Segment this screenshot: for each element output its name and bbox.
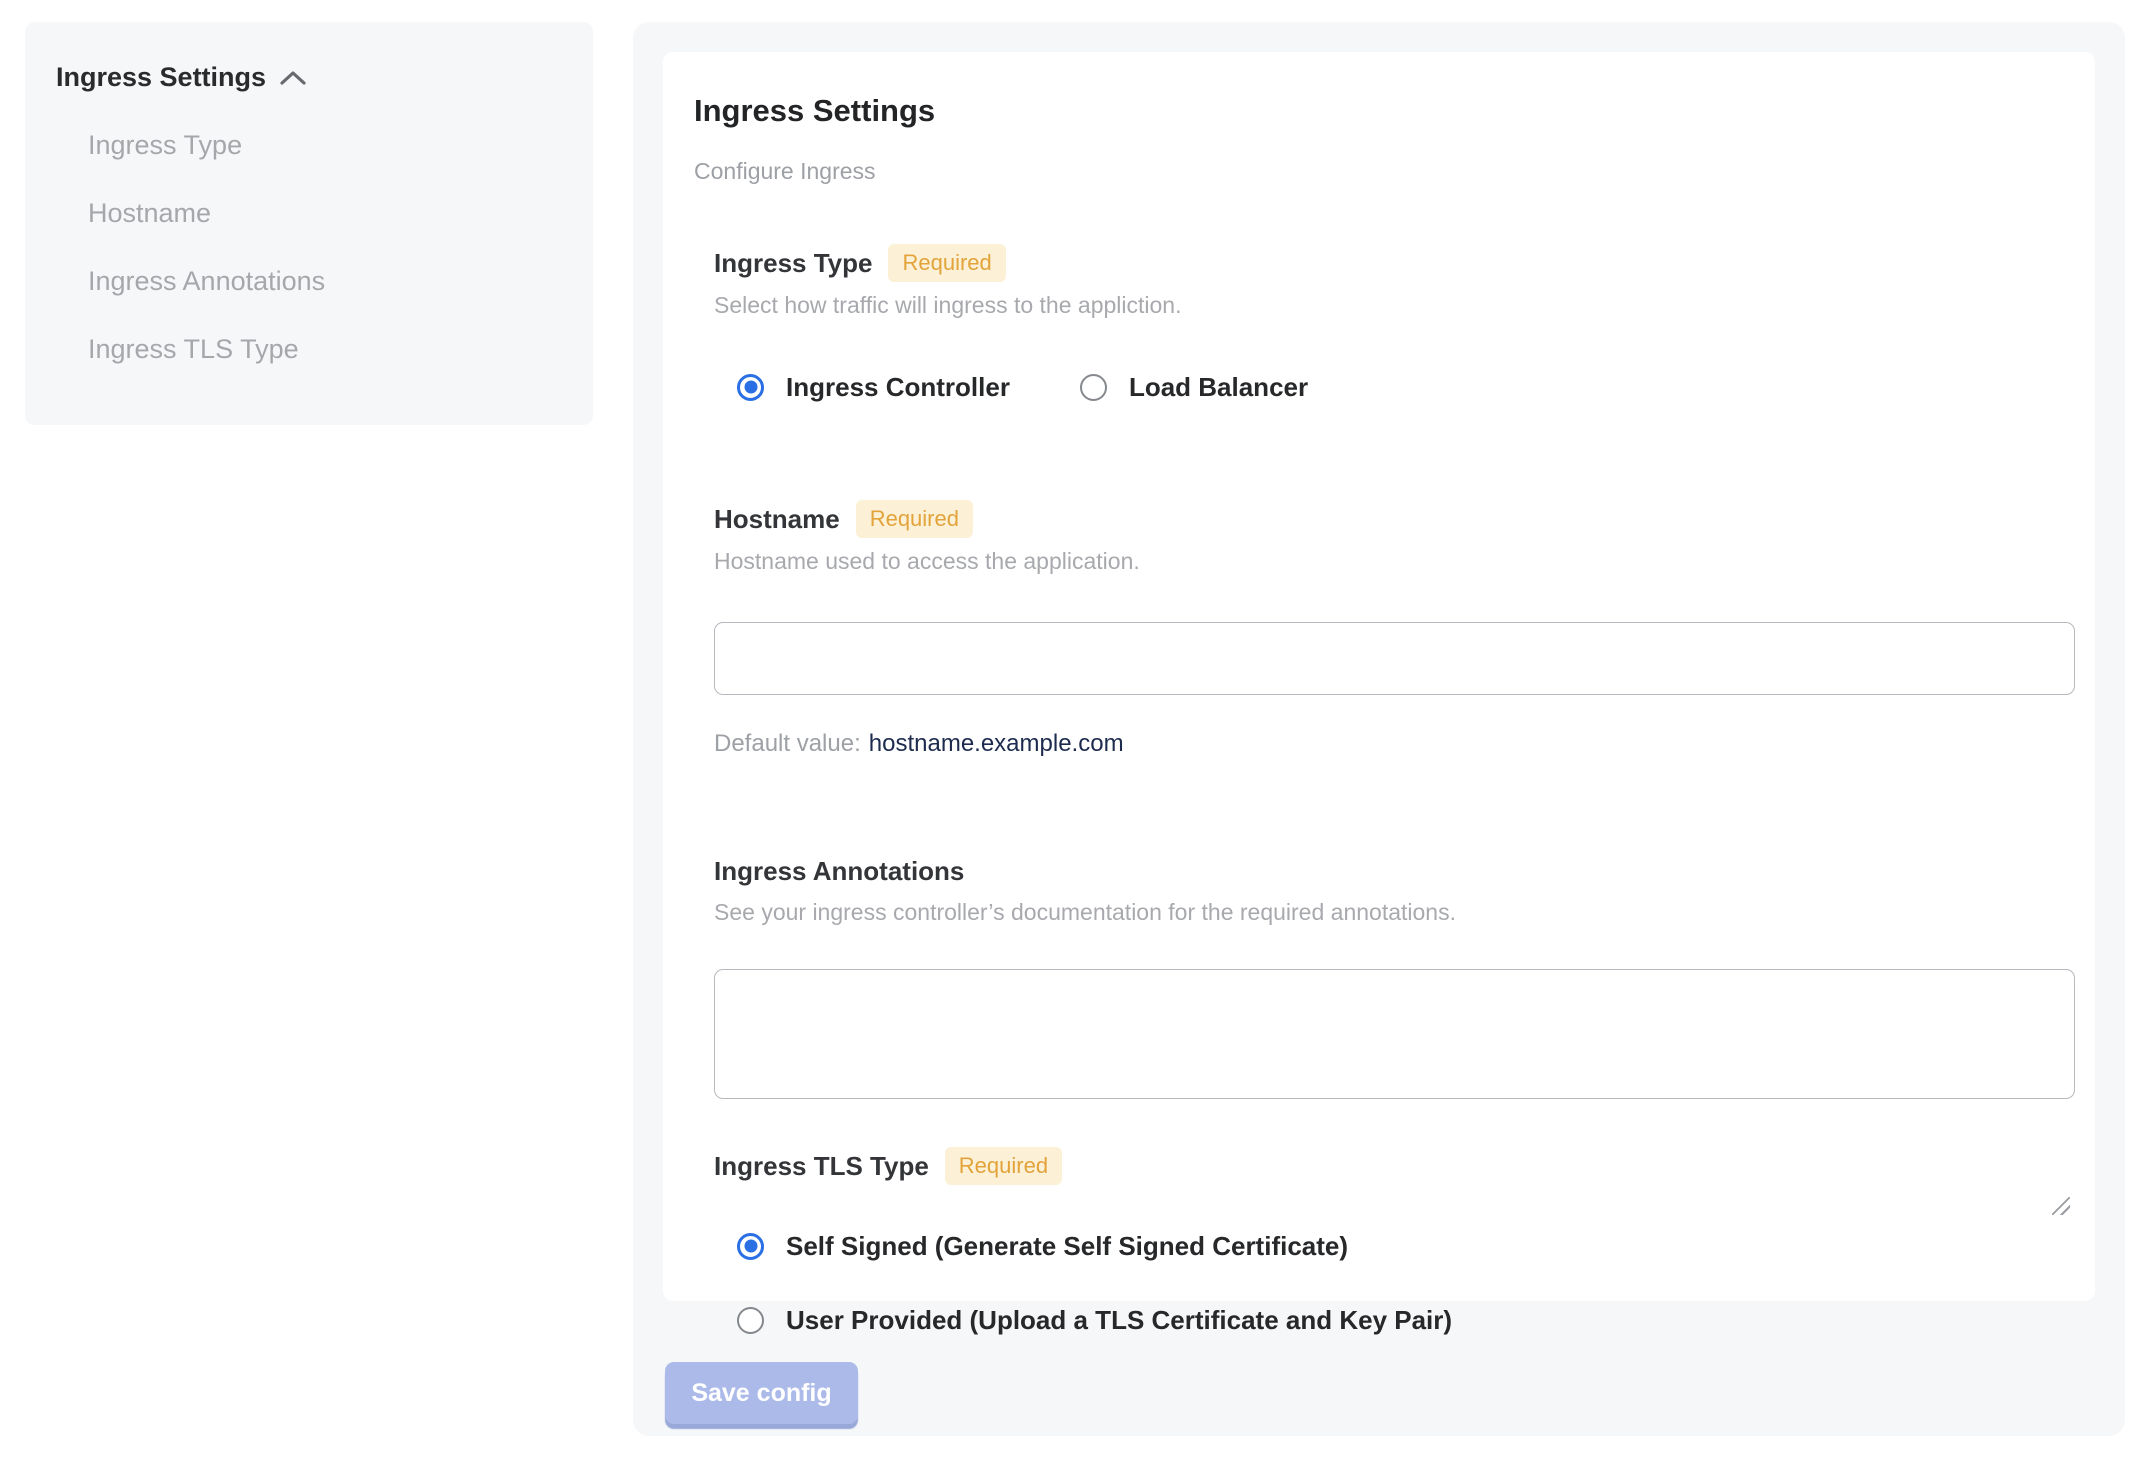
radio-load-balancer[interactable]: Load Balancer — [1079, 370, 1309, 404]
sidebar-nav: Ingress Type Hostname Ingress Annotation… — [88, 111, 563, 383]
field-ingress-type: Ingress Type Required Select how traffic… — [714, 244, 2065, 404]
save-config-button[interactable]: Save config — [665, 1362, 858, 1424]
ingress-annotations-textarea[interactable] — [714, 969, 2075, 1099]
hostname-input[interactable] — [714, 622, 2075, 695]
ingress-annotations-textarea-wrap — [714, 969, 2075, 1215]
radio-button-icon[interactable] — [737, 1232, 764, 1260]
radio-button-icon[interactable] — [737, 373, 764, 401]
radio-button-icon[interactable] — [1079, 373, 1107, 401]
page-title: Ingress Settings — [694, 93, 936, 128]
radio-label: Ingress Controller — [786, 372, 1010, 402]
radio-label: Load Balancer — [1128, 372, 1309, 402]
sidebar-section-toggle[interactable]: Ingress Settings — [56, 57, 563, 97]
ingress-type-radio-group: Ingress Controller Load Balancer — [737, 370, 2065, 404]
ingress-annotations-help: See your ingress controller’s documentat… — [714, 899, 1456, 925]
hostname-default-note: Default value: hostname.example.com — [714, 729, 2065, 759]
sidebar-item-ingress-annotations[interactable]: Ingress Annotations — [88, 247, 563, 315]
default-value-label: Default value: — [714, 730, 861, 757]
hostname-label: Hostname — [714, 504, 840, 534]
ingress-type-help: Select how traffic will ingress to the a… — [714, 292, 1182, 318]
field-ingress-tls-type: Ingress TLS Type Required Self Signed (G… — [714, 1147, 2065, 1337]
required-badge: Required — [855, 500, 973, 538]
radio-self-signed[interactable]: Self Signed (Generate Self Signed Certif… — [737, 1229, 2065, 1263]
hostname-help: Hostname used to access the application. — [714, 548, 1140, 574]
sidebar-section-title: Ingress Settings — [56, 62, 267, 92]
ingress-settings-panel: Ingress Settings Configure Ingress Ingre… — [633, 22, 2125, 1436]
radio-label: User Provided (Upload a TLS Certificate … — [786, 1305, 1453, 1335]
ingress-tls-radio-group: Self Signed (Generate Self Signed Certif… — [737, 1229, 2065, 1337]
radio-ingress-controller[interactable]: Ingress Controller — [737, 370, 1010, 404]
ingress-tls-type-label: Ingress TLS Type — [714, 1151, 929, 1181]
ingress-settings-card: Ingress Settings Configure Ingress Ingre… — [663, 52, 2095, 1335]
field-ingress-annotations: Ingress Annotations See your ingress con… — [714, 853, 2075, 1215]
field-hostname: Hostname Required Hostname used to acces… — [714, 500, 2075, 759]
required-badge: Required — [944, 1147, 1063, 1185]
page-subtitle: Configure Ingress — [694, 158, 876, 184]
chevron-up-icon — [280, 57, 306, 97]
ingress-type-label: Ingress Type — [714, 248, 873, 278]
radio-label: Self Signed (Generate Self Signed Certif… — [786, 1231, 1349, 1261]
default-value-text: hostname.example.com — [868, 730, 1124, 757]
required-badge: Required — [888, 244, 1006, 282]
sidebar-item-ingress-tls-type[interactable]: Ingress TLS Type — [88, 315, 563, 383]
sidebar-item-ingress-type[interactable]: Ingress Type — [88, 111, 563, 179]
sidebar-item-hostname[interactable]: Hostname — [88, 179, 563, 247]
ingress-annotations-label: Ingress Annotations — [714, 856, 965, 886]
radio-button-icon[interactable] — [737, 1306, 764, 1334]
ingress-settings-sidebar: Ingress Settings Ingress Type Hostname I… — [25, 22, 593, 425]
radio-user-provided[interactable]: User Provided (Upload a TLS Certificate … — [737, 1303, 2065, 1337]
